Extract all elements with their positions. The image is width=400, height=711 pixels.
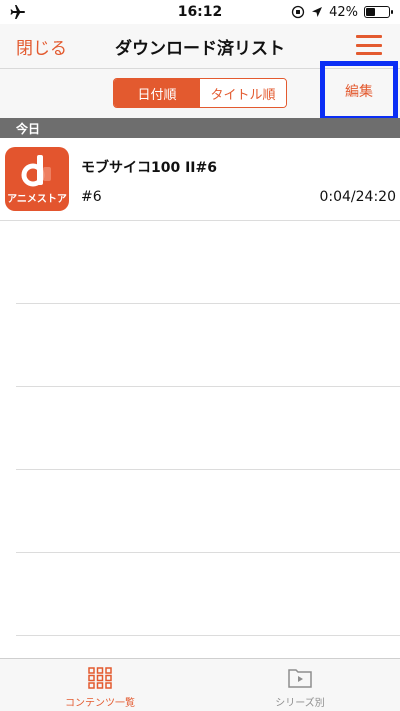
empty-row <box>16 387 400 470</box>
tab-contents-list[interactable]: コンテンツ一覧 <box>0 659 200 711</box>
sort-row: 日付順 タイトル順 編集 <box>0 61 400 121</box>
sort-by-date-button[interactable]: 日付順 <box>114 79 200 107</box>
sort-segmented-control: 日付順 タイトル順 <box>113 78 287 108</box>
download-list: アニメストア モブサイコ100 II#6 #6 0:04/24:20 <box>0 138 400 636</box>
menu-line <box>356 43 382 47</box>
status-left <box>10 5 130 19</box>
item-episode: #6 <box>81 189 102 205</box>
item-progress-time: 0:04/24:20 <box>319 189 396 205</box>
anime-store-thumbnail: アニメストア <box>5 147 69 211</box>
section-header: 今日 <box>0 118 400 138</box>
menu-line <box>356 52 382 55</box>
empty-row <box>16 221 400 304</box>
status-bar: 16:12 42% <box>0 0 400 24</box>
battery-icon <box>363 6 393 18</box>
sort-by-title-button[interactable]: タイトル順 <box>200 79 286 107</box>
airplane-mode-icon <box>10 5 25 19</box>
empty-row <box>16 470 400 553</box>
page-title: ダウンロード済リスト <box>115 38 285 59</box>
location-arrow-icon <box>312 7 323 17</box>
menu-line <box>356 35 382 38</box>
orientation-lock-icon <box>291 5 305 19</box>
tab-bar: コンテンツ一覧 シリーズ別 <box>0 658 400 711</box>
list-item[interactable]: アニメストア モブサイコ100 II#6 #6 0:04/24:20 <box>0 138 400 221</box>
empty-row <box>16 553 400 636</box>
grid-icon <box>88 667 112 689</box>
battery-fill <box>365 8 376 16</box>
item-title: モブサイコ100 II#6 <box>81 160 217 176</box>
d-logo-icon <box>21 155 51 187</box>
folder-play-icon <box>288 669 312 688</box>
empty-row <box>16 304 400 387</box>
status-time: 16:12 <box>177 4 223 20</box>
thumbnail-label: アニメストア <box>7 194 67 205</box>
battery-percent: 42% <box>329 4 358 20</box>
close-button[interactable]: 閉じる <box>16 34 67 59</box>
hamburger-menu-icon[interactable] <box>356 35 382 55</box>
tab-series[interactable]: シリーズ別 <box>200 659 400 711</box>
tab-label: シリーズ別 <box>275 698 325 709</box>
status-right: 42% <box>270 4 393 20</box>
tab-label: コンテンツ一覧 <box>65 698 135 709</box>
edit-button[interactable]: 編集 <box>320 61 398 121</box>
